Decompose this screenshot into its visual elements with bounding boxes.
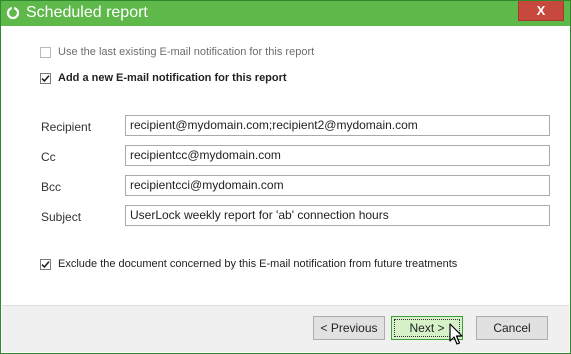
bcc-input[interactable]: recipientcci@mydomain.com <box>125 175 550 196</box>
window-title: Scheduled report <box>26 4 148 21</box>
scheduled-report-dialog: Scheduled report X Use the last existing… <box>0 0 571 354</box>
exclude-checkbox[interactable] <box>40 258 51 270</box>
mouse-pointer-icon <box>449 323 463 345</box>
previous-button[interactable]: < Previous <box>313 316 385 340</box>
exclude-label: Exclude the document concerned by this E… <box>58 258 458 270</box>
use-existing-label: Use the last existing E-mail notificatio… <box>58 46 315 58</box>
checkmark-icon <box>41 260 50 268</box>
button-bar: < Previous Next > Cancel <box>2 305 569 352</box>
use-existing-checkbox[interactable] <box>40 46 51 58</box>
bcc-label: Bcc <box>41 180 62 194</box>
subject-label: Subject <box>41 210 82 224</box>
close-icon: X <box>536 3 546 18</box>
checkmark-icon <box>41 74 50 82</box>
add-new-checkbox[interactable] <box>40 72 51 84</box>
recipient-label: Recipient <box>41 120 92 134</box>
title-bar: Scheduled report X <box>1 1 570 26</box>
cc-label: Cc <box>41 150 56 164</box>
cc-input[interactable]: recipientcc@mydomain.com <box>125 145 550 166</box>
dialog-content: Use the last existing E-mail notificatio… <box>2 26 569 306</box>
cancel-button[interactable]: Cancel <box>476 316 548 340</box>
subject-input[interactable]: UserLock weekly report for 'ab' connecti… <box>125 205 550 226</box>
use-existing-option[interactable]: Use the last existing E-mail notificatio… <box>40 45 314 59</box>
exclude-option[interactable]: Exclude the document concerned by this E… <box>40 257 457 271</box>
recipient-input[interactable]: recipient@mydomain.com;recipient2@mydoma… <box>125 115 550 136</box>
add-new-label: Add a new E-mail notification for this r… <box>58 72 287 84</box>
app-ring-icon <box>6 6 20 20</box>
add-new-option[interactable]: Add a new E-mail notification for this r… <box>40 71 287 85</box>
close-button[interactable]: X <box>518 1 564 21</box>
